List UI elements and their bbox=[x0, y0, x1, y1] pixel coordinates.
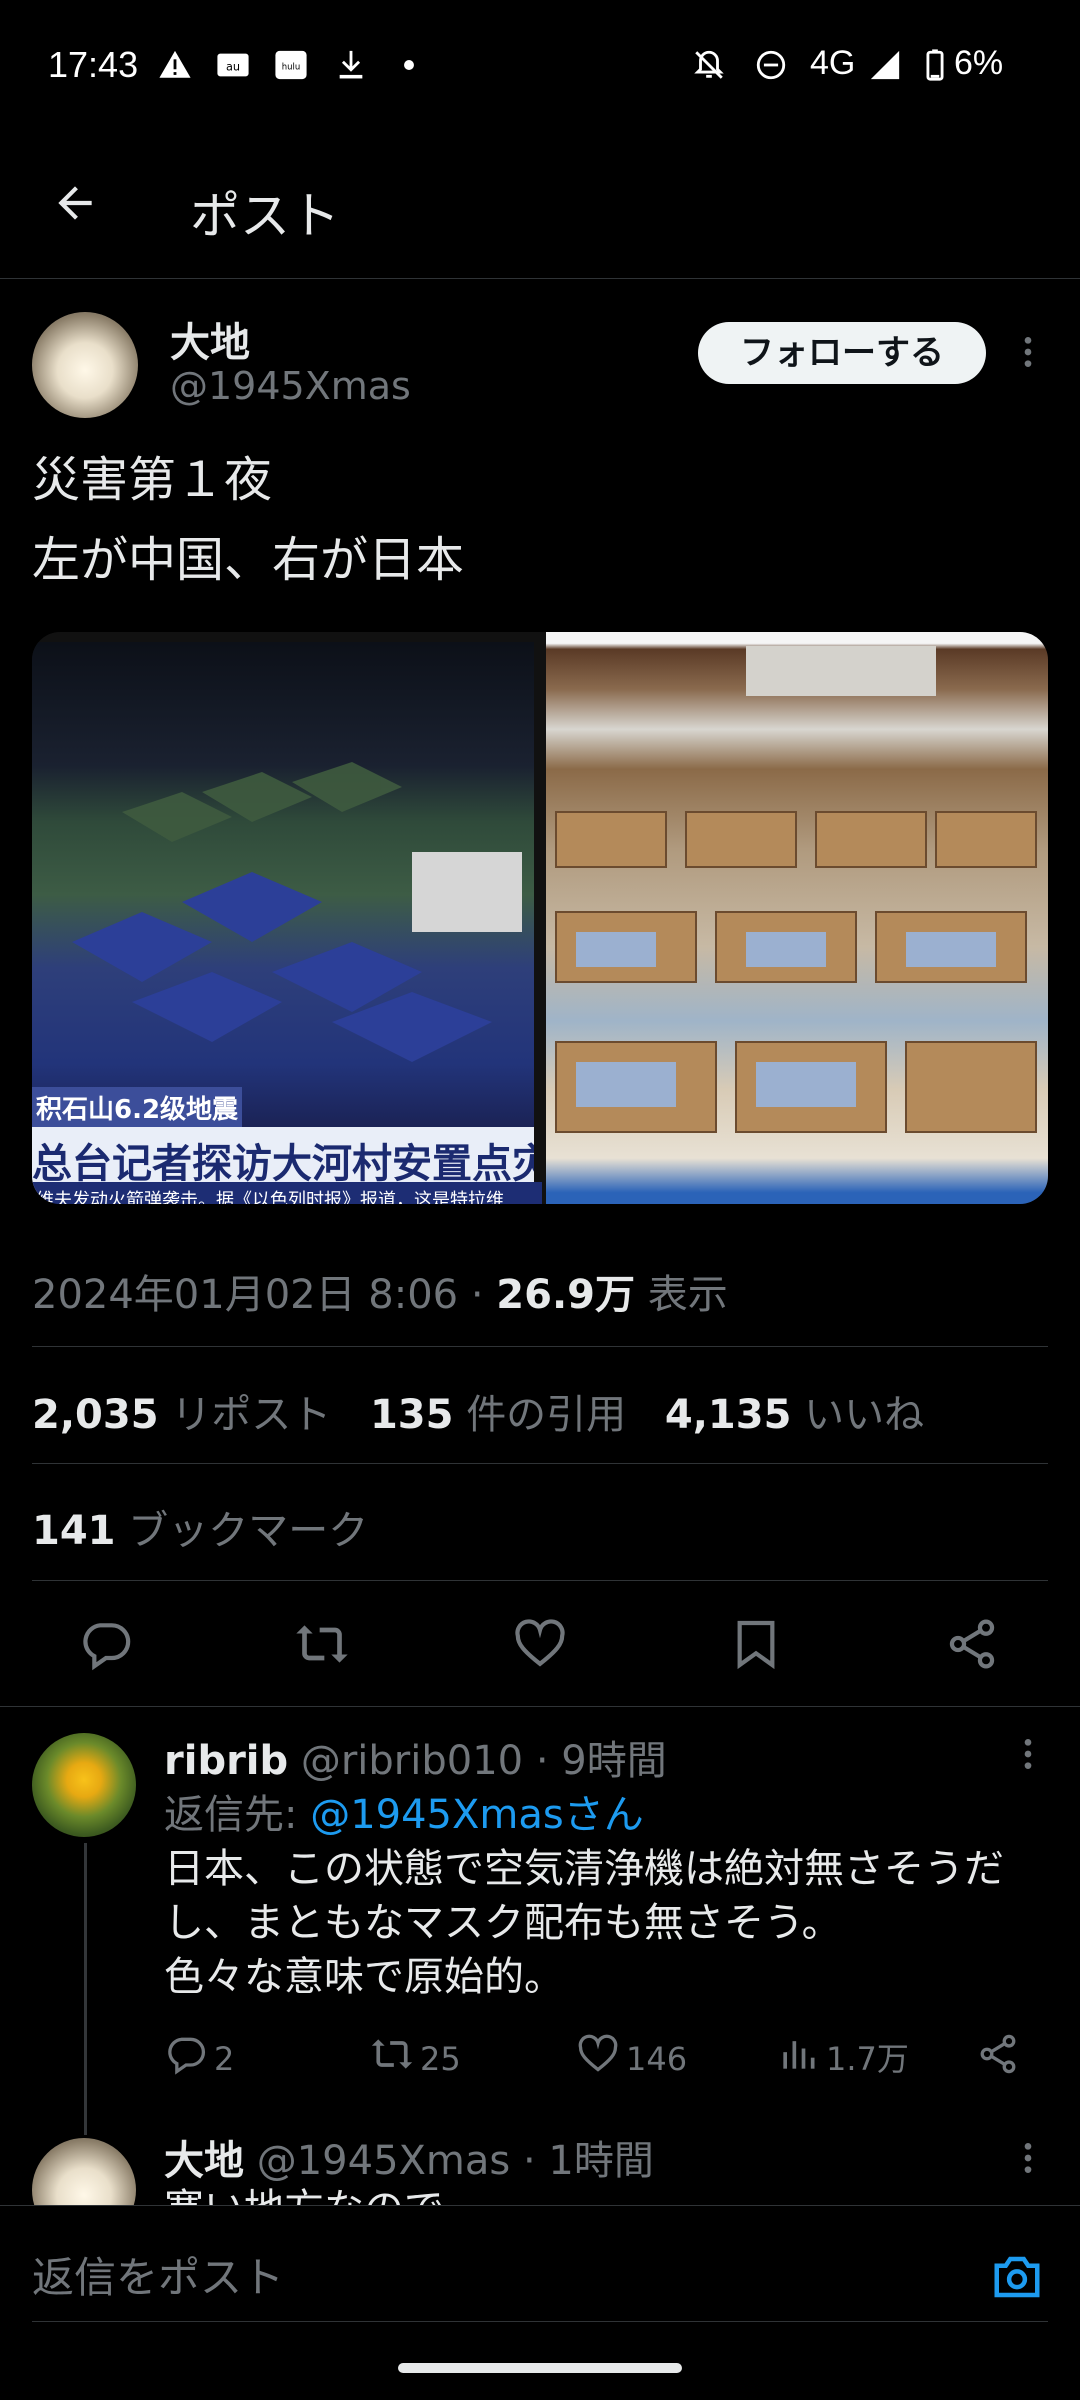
media-image-right[interactable] bbox=[546, 632, 1048, 1204]
reply-to-prefix: 返信先: bbox=[164, 1792, 298, 1838]
media-caption: 积石山6.2级地震 bbox=[32, 1087, 243, 1128]
post-media: 积石山6.2级地震 总台记者探访大河村安置点灾 维夫发动火箭弹袭击。据《以色列时… bbox=[32, 632, 1048, 1204]
reply-icon[interactable] bbox=[78, 1616, 134, 1672]
reply-author-handle[interactable]: @ribrib010 bbox=[301, 1738, 523, 1784]
author-handle[interactable]: @1945Xmas bbox=[170, 364, 411, 408]
like-icon[interactable] bbox=[512, 1616, 568, 1672]
reply-text-line: し、まともなマスク配布も無さそう。 bbox=[164, 1900, 842, 1946]
reply-more-icon[interactable] bbox=[1008, 1734, 1048, 1774]
reply2-header: 大地 @1945Xmas · 1時間 bbox=[164, 2128, 654, 2186]
reply-avatar[interactable] bbox=[32, 1733, 136, 1837]
reply-text-line: 色々な意味で原始的。 bbox=[164, 1954, 564, 2000]
home-indicator[interactable] bbox=[398, 2363, 682, 2373]
reply-time: · 9時間 bbox=[535, 1738, 667, 1784]
dot-icon bbox=[392, 48, 426, 82]
reply-to-handle[interactable]: @1945Xmasさん bbox=[310, 1792, 644, 1838]
reply-share-icon[interactable] bbox=[976, 2032, 1020, 2082]
reply-author-name[interactable]: ribrib bbox=[164, 1738, 288, 1784]
quotes-stat[interactable]: 135 件の引用 bbox=[370, 1392, 626, 1438]
engagement-stats: 2,035 リポスト 135 件の引用 4,135 いいね bbox=[32, 1382, 924, 1440]
back-arrow-icon[interactable] bbox=[50, 178, 100, 228]
post-text-line: 災害第１夜 bbox=[32, 452, 273, 508]
reply-to-row: 返信先: @1945Xmasさん bbox=[164, 1782, 644, 1840]
warning-icon bbox=[158, 48, 192, 82]
bookmarks-stat[interactable]: 141 ブックマーク bbox=[32, 1498, 368, 1556]
follow-button[interactable]: フォローする bbox=[698, 322, 986, 384]
au-mail-icon: au bbox=[216, 48, 250, 82]
svg-text:hulu: hulu bbox=[282, 62, 301, 72]
reply-replies[interactable]: 2 bbox=[164, 2032, 234, 2082]
likes-stat[interactable]: 4,135 いいね bbox=[665, 1392, 924, 1438]
battery-icon bbox=[918, 48, 952, 82]
status-bar: 17:43 au hulu 4G 6% bbox=[0, 0, 1080, 130]
divider bbox=[32, 1346, 1048, 1347]
bookmark-icon[interactable] bbox=[728, 1616, 784, 1672]
status-time: 17:43 bbox=[48, 44, 139, 85]
reply2-more-icon[interactable] bbox=[1008, 2138, 1048, 2178]
signal-icon bbox=[868, 48, 902, 82]
do-not-disturb-icon bbox=[754, 48, 788, 82]
author-avatar[interactable] bbox=[32, 312, 138, 418]
divider bbox=[0, 1706, 1080, 1707]
media-caption: 维夫发动火箭弹袭击。据《以色列时报》报道，这是特拉维 bbox=[32, 1182, 542, 1204]
reply2-author-handle[interactable]: @1945Xmas bbox=[257, 2138, 511, 2184]
reply2-time: · 1時間 bbox=[522, 2138, 654, 2184]
post-timestamp: 2024年01月02日 8:06 bbox=[32, 1272, 459, 1318]
reply-input[interactable]: 返信をポスト bbox=[32, 2244, 284, 2305]
compose-bar: 返信をポスト bbox=[0, 2205, 1080, 2326]
download-icon bbox=[334, 48, 368, 82]
like-icon bbox=[578, 2034, 618, 2072]
bell-off-icon bbox=[692, 48, 726, 82]
reply-text-line: 日本、この状態で空気清浄機は絶対無さそうだ bbox=[164, 1846, 1004, 1892]
page-title: ポスト bbox=[190, 187, 340, 245]
post-text-line: 左が中国、右が日本 bbox=[32, 532, 465, 588]
divider bbox=[32, 1463, 1048, 1464]
divider bbox=[32, 2321, 1048, 2322]
top-bar: ポスト bbox=[0, 130, 1080, 279]
views-count: 26.9万 bbox=[496, 1272, 635, 1318]
reply-text: 日本、この状態で空気清浄機は絶対無さそうだ し、まともなマスク配布も無さそう。 … bbox=[164, 1842, 1004, 2004]
camera-icon[interactable] bbox=[990, 2250, 1044, 2304]
reply-likes[interactable]: 146 bbox=[576, 2032, 687, 2082]
battery-percent: 6% bbox=[954, 44, 1004, 82]
network-type: 4G bbox=[810, 44, 856, 82]
repost-icon bbox=[371, 2039, 413, 2069]
hulu-icon: hulu bbox=[274, 48, 308, 82]
views-label: 表示 bbox=[647, 1272, 728, 1318]
more-options-icon[interactable] bbox=[1008, 332, 1048, 372]
divider bbox=[32, 1580, 1048, 1581]
thread-line bbox=[84, 1843, 87, 2135]
post-timestamp-row: 2024年01月02日 8:06 · 26.9万 表示 bbox=[32, 1272, 728, 1318]
reposts-stat[interactable]: 2,035 リポスト bbox=[32, 1392, 331, 1438]
svg-text:au: au bbox=[226, 60, 240, 74]
media-image-left[interactable]: 积石山6.2级地震 总台记者探访大河村安置点灾 维夫发动火箭弹袭击。据《以色列时… bbox=[32, 642, 542, 1204]
views-chart-icon bbox=[783, 2041, 815, 2069]
reply-reposts[interactable]: 25 bbox=[370, 2032, 461, 2082]
post-text: 災害第１夜 左が中国、右が日本 bbox=[32, 440, 464, 600]
reply2-author-name[interactable]: 大地 bbox=[164, 2138, 244, 2184]
reply-views[interactable]: 1.7万 bbox=[776, 2032, 909, 2082]
reply-header: ribrib @ribrib010 · 9時間 bbox=[164, 1728, 667, 1786]
share-icon[interactable] bbox=[944, 1616, 1000, 1672]
reply-icon bbox=[168, 2037, 206, 2075]
repost-icon[interactable] bbox=[294, 1616, 350, 1672]
author-name[interactable]: 大地 bbox=[170, 310, 250, 368]
